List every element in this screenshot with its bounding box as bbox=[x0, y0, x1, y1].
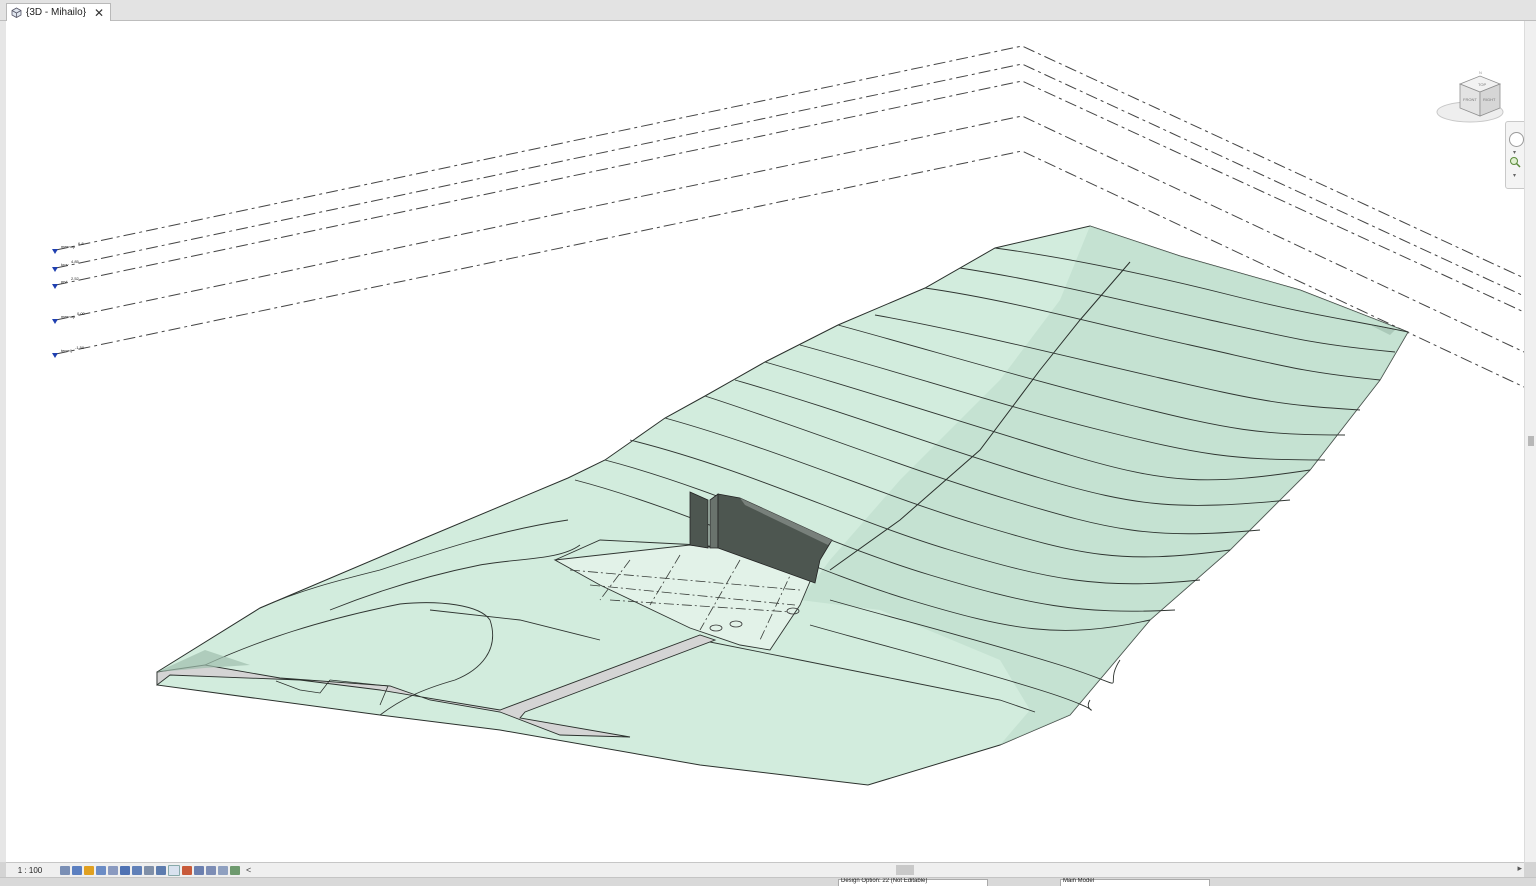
highlight-displacement-icon[interactable] bbox=[206, 865, 216, 875]
level-head-icon bbox=[52, 267, 58, 272]
close-icon[interactable]: ✕ bbox=[94, 7, 104, 19]
view-tab-3d[interactable]: {3D - Mihailo} ✕ bbox=[6, 3, 112, 21]
horizontal-scrollbar-thumb[interactable] bbox=[896, 865, 914, 875]
scrollbar-thumb[interactable] bbox=[1528, 436, 1534, 446]
detail-level-icon[interactable] bbox=[60, 865, 70, 875]
dropdown-arrow-icon[interactable]: ▾ bbox=[1513, 172, 1516, 179]
vertical-scrollbar[interactable] bbox=[1524, 21, 1536, 862]
collapse-arrow-icon[interactable]: < bbox=[246, 865, 251, 875]
compass-north-label: N bbox=[1479, 70, 1482, 75]
analysis-icon[interactable] bbox=[194, 865, 204, 875]
level-marker[interactable]: prvi 2.52 bbox=[52, 276, 80, 289]
toposurface[interactable] bbox=[156, 225, 1409, 786]
lock-view-icon[interactable] bbox=[144, 865, 154, 875]
level-name: prvi bbox=[61, 279, 68, 284]
level-head-icon bbox=[52, 284, 58, 289]
shadows-icon[interactable] bbox=[96, 865, 106, 875]
level-line bbox=[55, 80, 1524, 313]
level-line bbox=[55, 63, 1524, 297]
level-marker[interactable]: krov 4.85 bbox=[52, 259, 80, 272]
3d-view-icon bbox=[11, 7, 22, 18]
level-head-icon bbox=[52, 353, 58, 358]
steering-wheel-icon[interactable] bbox=[1509, 132, 1524, 147]
visual-style-icon[interactable] bbox=[72, 865, 82, 875]
level-marker[interactable]: temelj -1.50 bbox=[52, 345, 85, 358]
view-tab-title: {3D - Mihailo} bbox=[26, 7, 87, 18]
level-name: krov bbox=[61, 262, 69, 267]
level-name: mesnop bbox=[61, 314, 76, 319]
level-name: mesnop bbox=[61, 244, 76, 249]
level-value: 2.52 bbox=[71, 276, 80, 281]
level-head-icon bbox=[52, 249, 58, 254]
crop-view-icon[interactable] bbox=[120, 865, 130, 875]
level-value: 4.85 bbox=[71, 259, 80, 264]
render-icon[interactable] bbox=[108, 865, 118, 875]
viewcube-right-label: RIGHT bbox=[1483, 97, 1496, 102]
dropdown-arrow-icon[interactable]: ▾ bbox=[1513, 149, 1516, 156]
level-head-icon bbox=[52, 319, 58, 324]
viewcube-top-label: TOP bbox=[1478, 82, 1486, 87]
worksharing-icon[interactable] bbox=[182, 865, 192, 875]
level-line bbox=[55, 45, 1524, 279]
zoom-icon[interactable] bbox=[1509, 156, 1522, 169]
view-control-bar: 1 : 100 < ▸ bbox=[6, 862, 1524, 877]
temporary-properties-icon[interactable] bbox=[230, 865, 240, 875]
temporary-hide-icon[interactable] bbox=[156, 865, 166, 875]
scroll-right-arrow-icon[interactable]: ▸ bbox=[1517, 863, 1522, 874]
level-value: 0.00 bbox=[77, 311, 86, 316]
level-value: 6.8 bbox=[78, 241, 84, 246]
viewcube[interactable]: TOP FRONT RIGHT N bbox=[1434, 66, 1506, 130]
sun-path-icon[interactable] bbox=[84, 865, 94, 875]
reveal-hidden-icon[interactable] bbox=[168, 864, 180, 876]
level-marker[interactable]: mesnop 0.00 bbox=[52, 311, 86, 324]
model-value: Main Model bbox=[1063, 878, 1095, 884]
level-name: temelj bbox=[61, 348, 72, 353]
reveal-constraints-icon[interactable] bbox=[218, 865, 228, 875]
level-marker[interactable]: mesnop 6.8 bbox=[52, 241, 84, 254]
viewcube-front-label: FRONT bbox=[1463, 97, 1477, 102]
level-value: -1.50 bbox=[75, 345, 85, 350]
level-markers: mesnop 6.8 krov 4.85 prvi 2.52 mesnop 0.… bbox=[52, 241, 86, 358]
3d-viewport[interactable]: mesnop 6.8 krov 4.85 prvi 2.52 mesnop 0.… bbox=[6, 21, 1527, 862]
show-crop-icon[interactable] bbox=[132, 865, 142, 875]
view-tab-bar: {3D - Mihailo} ✕ bbox=[0, 0, 1536, 21]
design-option-value: Design Option: 22 (Not Editable) bbox=[841, 878, 928, 884]
view-control-icons: < bbox=[60, 864, 251, 876]
model-canvas: mesnop 6.8 krov 4.85 prvi 2.52 mesnop 0.… bbox=[52, 45, 1524, 786]
view-scale[interactable]: 1 : 100 bbox=[6, 866, 54, 875]
